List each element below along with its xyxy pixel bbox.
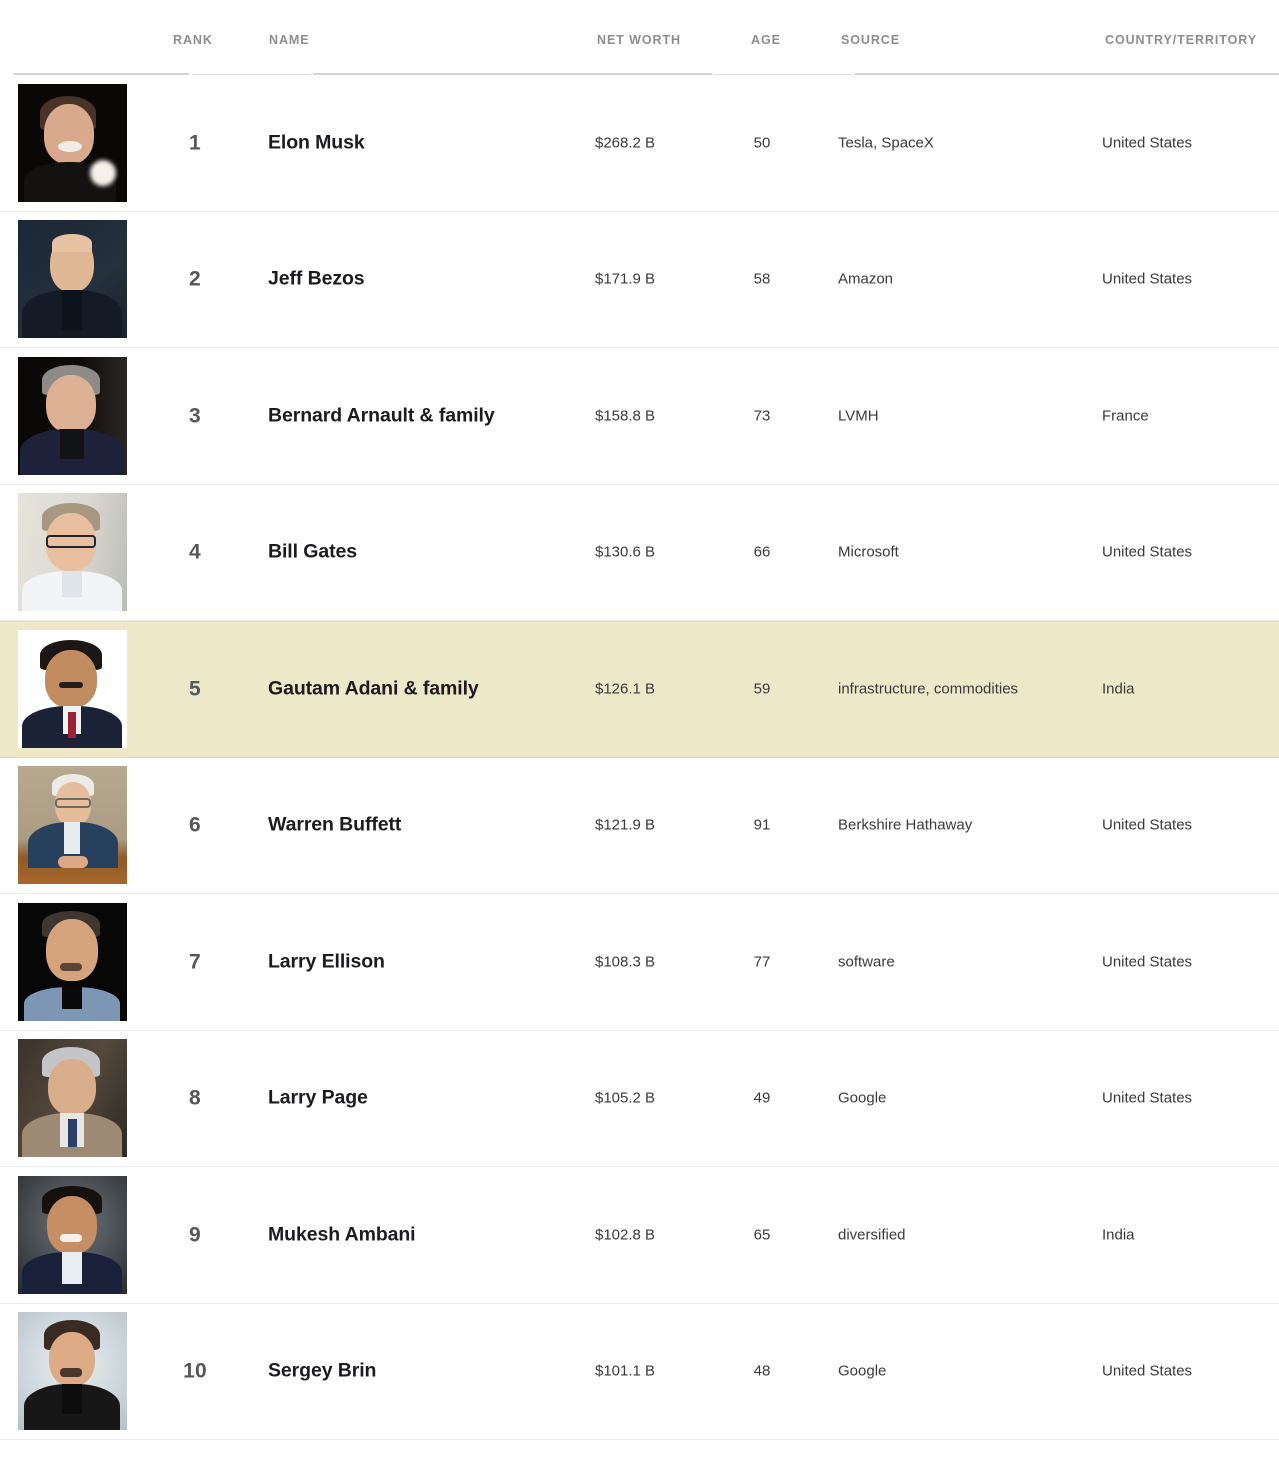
cell-age: 58 <box>753 270 771 288</box>
cell-age: 59 <box>753 680 771 698</box>
cell-country: United States <box>1102 1089 1193 1107</box>
avatar[interactable] <box>18 493 127 612</box>
cell-source: Google <box>838 1362 887 1380</box>
table-row[interactable]: 2 Jeff Bezos $171.9 B 58 Amazon United States <box>0 211 1279 348</box>
cell-country: United States <box>1102 953 1193 971</box>
cell-country: United States <box>1102 134 1193 152</box>
column-header-source[interactable]: SOURCE <box>841 33 900 47</box>
cell-age: 77 <box>753 953 771 971</box>
cell-name[interactable]: Warren Buffett <box>268 815 401 836</box>
cell-country: India <box>1102 1226 1135 1244</box>
cell-source: diversified <box>838 1226 906 1244</box>
cell-country: United States <box>1102 270 1193 288</box>
cell-rank: 2 <box>189 267 201 291</box>
cell-source: LVMH <box>838 407 879 425</box>
cell-country: United States <box>1102 543 1193 561</box>
table-row[interactable]: 4 Bill Gates $130.6 B 66 Microsoft United Sta… <box>0 484 1279 621</box>
cell-rank: 5 <box>189 677 201 701</box>
cell-name[interactable]: Gautam Adani & family <box>268 679 479 700</box>
cell-source: Amazon <box>838 270 894 288</box>
cell-net-worth: $102.8 B <box>595 1226 656 1244</box>
cell-source: software <box>838 953 895 971</box>
cell-net-worth: $105.2 B <box>595 1089 656 1107</box>
avatar[interactable] <box>18 1312 127 1431</box>
table-header: RANK NAME NET WORTH AGE SOURCE COUNTRY/T… <box>0 0 1279 76</box>
cell-net-worth: $108.3 B <box>595 953 656 971</box>
avatar[interactable] <box>18 630 127 749</box>
cell-age: 50 <box>753 134 771 152</box>
billionaires-list-page: RANK NAME NET WORTH AGE SOURCE COUNTRY/T… <box>0 0 1279 1468</box>
avatar[interactable] <box>18 766 127 885</box>
cell-age: 49 <box>753 1089 771 1107</box>
avatar[interactable] <box>18 220 127 339</box>
cell-net-worth: $121.9 B <box>595 816 656 834</box>
cell-source: Google <box>838 1089 887 1107</box>
cell-name[interactable]: Bill Gates <box>268 542 357 563</box>
cell-rank: 7 <box>189 950 201 974</box>
cell-country: United States <box>1102 1362 1193 1380</box>
table-row[interactable]: 6 Warren Buffett $121.9 B 91 Berkshire Hatha… <box>0 757 1279 894</box>
cell-age: 91 <box>753 816 771 834</box>
cell-rank: 6 <box>189 813 201 837</box>
cell-country: France <box>1102 407 1149 425</box>
cell-net-worth: $158.8 B <box>595 407 656 425</box>
cell-rank: 8 <box>189 1086 201 1110</box>
cell-net-worth: $171.9 B <box>595 270 656 288</box>
cell-country: India <box>1102 680 1135 698</box>
table-row[interactable]: 10 Sergey Brin $101.1 B 48 Google United Stat… <box>0 1303 1279 1440</box>
cell-source: Microsoft <box>838 543 899 561</box>
cell-name[interactable]: Bernard Arnault & family <box>268 405 495 426</box>
table-row[interactable]: 3 Bernard Arnault & family $158.8 B 73 LVMH F… <box>0 348 1279 485</box>
column-header-net-worth[interactable]: NET WORTH <box>597 33 681 47</box>
cell-source: Berkshire Hathaway <box>838 816 973 834</box>
cell-rank: 4 <box>189 540 201 564</box>
cell-net-worth: $268.2 B <box>595 134 656 152</box>
avatar[interactable] <box>18 1175 127 1294</box>
cell-age: 65 <box>753 1226 771 1244</box>
cell-country: United States <box>1102 816 1193 834</box>
cell-source: Tesla, SpaceX <box>838 134 934 152</box>
cell-net-worth: $126.1 B <box>595 680 656 698</box>
avatar[interactable] <box>18 356 127 475</box>
cell-name[interactable]: Larry Ellison <box>268 951 385 972</box>
avatar[interactable] <box>18 83 127 202</box>
cell-net-worth: $101.1 B <box>595 1362 656 1380</box>
table-row[interactable]: 5 Gautam Adani & family $126.1 B 59 infrastr… <box>0 621 1279 758</box>
cell-rank: 9 <box>189 1223 201 1247</box>
cell-rank: 10 <box>183 1359 207 1383</box>
cell-source: infrastructure, commodities <box>838 680 1019 698</box>
cell-name[interactable]: Elon Musk <box>268 132 365 153</box>
table-row[interactable]: 9 Mukesh Ambani $102.8 B 65 diversified India <box>0 1167 1279 1304</box>
cell-age: 73 <box>753 407 771 425</box>
column-header-rank[interactable]: RANK <box>173 33 213 47</box>
table-row[interactable]: 8 Larry Page $105.2 B 49 Google United States <box>0 1030 1279 1167</box>
cell-age: 48 <box>753 1362 771 1380</box>
cell-rank: 1 <box>189 131 201 155</box>
cell-name[interactable]: Larry Page <box>268 1088 368 1109</box>
cell-net-worth: $130.6 B <box>595 543 656 561</box>
table-row[interactable]: 1 Elon Musk $268.2 B 50 Tesla, SpaceX United … <box>0 75 1279 212</box>
cell-rank: 3 <box>189 404 201 428</box>
avatar[interactable] <box>18 902 127 1021</box>
cell-age: 66 <box>753 543 771 561</box>
column-header-age[interactable]: AGE <box>751 33 781 47</box>
cell-name[interactable]: Jeff Bezos <box>268 269 365 290</box>
cell-name[interactable]: Mukesh Ambani <box>268 1224 416 1245</box>
table-row[interactable]: 7 Larry Ellison $108.3 B 77 software United S… <box>0 894 1279 1031</box>
cell-name[interactable]: Sergey Brin <box>268 1361 376 1382</box>
column-header-name[interactable]: NAME <box>269 33 309 47</box>
table-body: 1 Elon Musk $268.2 B 50 Tesla, SpaceX United … <box>0 75 1279 1440</box>
avatar[interactable] <box>18 1039 127 1158</box>
column-header-country[interactable]: COUNTRY/TERRITORY <box>1105 33 1257 47</box>
